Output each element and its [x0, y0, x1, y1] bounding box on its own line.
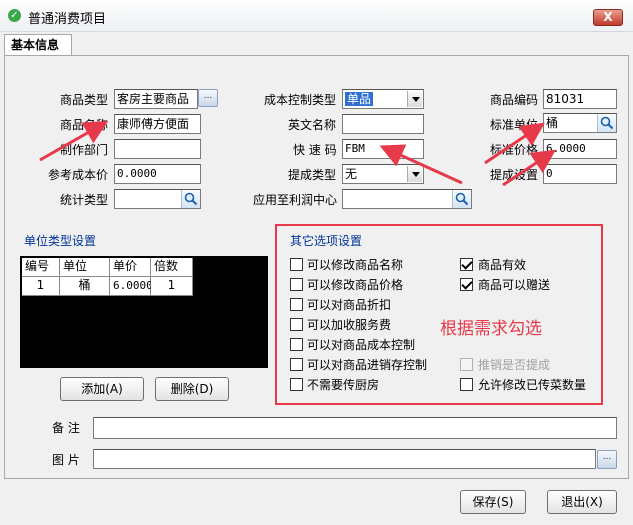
annotation-arrow — [484, 122, 545, 165]
annotation-arrow — [502, 149, 556, 187]
annotation-arrow — [39, 121, 109, 162]
annotation-arrow — [379, 144, 463, 185]
annotation-arrows — [39, 121, 556, 187]
